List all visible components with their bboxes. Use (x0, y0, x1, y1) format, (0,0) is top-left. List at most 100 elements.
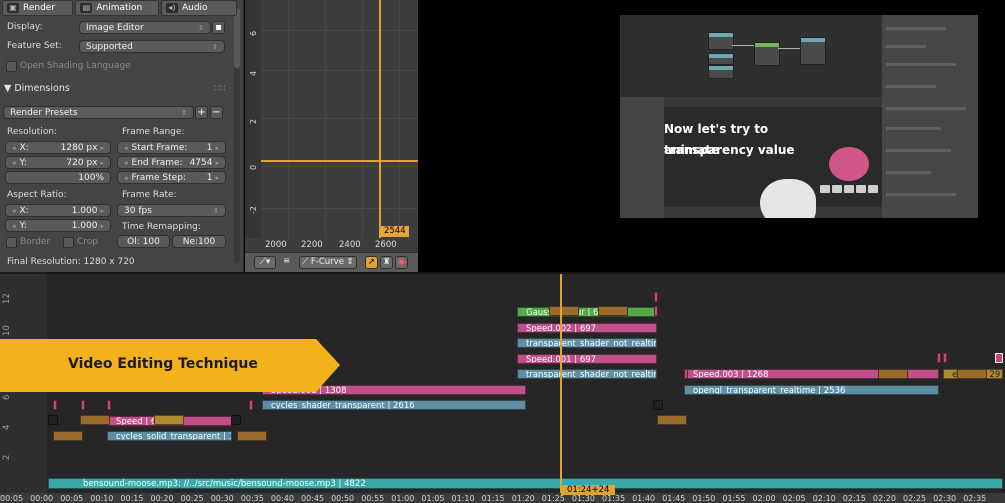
time-tick: 01:15 (481, 494, 505, 503)
strip[interactable] (81, 400, 85, 410)
time-tick: 01:55 (722, 494, 746, 503)
updown-icon: ⇕ (198, 23, 204, 32)
sequencer-strip[interactable]: cycles_shader_transparent | 2616 (262, 400, 526, 410)
start-frame-field[interactable]: ◂ Start Frame: 1 ▸ (117, 141, 226, 154)
arrow-right-icon: ▸ (215, 143, 219, 152)
cursor-icon[interactable]: ➚ (365, 256, 378, 269)
time-tick: 02:05 (782, 494, 806, 503)
node (800, 37, 826, 65)
time-remap-old-field[interactable]: Ol: 100 (117, 235, 170, 248)
properties-thumbnail (882, 15, 978, 218)
frame-rate-select[interactable]: 30 fps ⇕ (117, 204, 226, 217)
time-tick: 01:20 (511, 494, 535, 503)
strip[interactable] (657, 415, 687, 425)
render-icon: ▣ (7, 3, 19, 13)
node (708, 53, 734, 65)
strip[interactable] (48, 415, 58, 425)
display-select[interactable]: Image Editor ⇕ (79, 21, 211, 34)
grid-line (362, 0, 363, 238)
drag-handle-icon[interactable]: ∷∷ (214, 84, 225, 94)
record-icon[interactable]: ◉ (395, 256, 408, 269)
resolution-label: Resolution: (7, 127, 58, 137)
sequencer-strip[interactable]: transparent_shader_not_realtim (517, 369, 657, 379)
strip[interactable] (154, 415, 184, 425)
grid-line (261, 30, 418, 31)
aspect-x-field[interactable]: ◂ X: 1.000 ▸ (5, 204, 111, 217)
strip[interactable] (654, 306, 658, 316)
strip[interactable] (957, 369, 987, 379)
sequencer-strip[interactable]: Speed.001 | 697 (517, 353, 657, 364)
tab-render[interactable]: ▣ Render (2, 0, 74, 16)
y-tick: 2 (249, 118, 258, 124)
sequencer-strip[interactable]: Speed.002 | 697 (517, 322, 657, 333)
tab-audio[interactable]: ◂) Audio (160, 0, 238, 16)
sequencer-strip[interactable]: cycles_solid_transparent | 12 (107, 431, 232, 441)
resolution-x-field[interactable]: ◂ X: 1280 px ▸ (5, 141, 111, 154)
crop-checkbox[interactable] (63, 237, 74, 248)
sequencer-strip[interactable]: Gaussian Blur | 697 (517, 307, 657, 317)
time-tick: 00:50 (331, 494, 355, 503)
grid-line (325, 0, 326, 238)
strip[interactable] (653, 400, 663, 410)
time-tick: 00:25 (180, 494, 204, 503)
dimensions-header[interactable]: ▼ Dimensions (4, 83, 70, 94)
strip[interactable] (995, 353, 1003, 363)
remove-preset-button[interactable]: − (210, 106, 223, 119)
border-checkbox[interactable] (6, 237, 17, 248)
properties-scrollbar[interactable] (234, 8, 240, 263)
strip[interactable] (53, 400, 57, 410)
y-tick: 6 (249, 30, 258, 36)
strip[interactable] (937, 353, 941, 363)
resolution-percent-field[interactable]: 100% (5, 171, 111, 184)
sequencer-strip[interactable]: transparent_shader_not_realtim (517, 338, 657, 348)
osl-checkbox[interactable] (6, 61, 17, 72)
caption-line-2: transparency value (664, 143, 795, 157)
tab-animation[interactable]: ▤ Animation (75, 0, 159, 16)
time-remap-new-field[interactable]: Ne:100 (172, 235, 226, 248)
animation-icon: ▤ (80, 3, 93, 13)
graph-editor-icon: ⟋▾ (259, 257, 271, 267)
aspect-y-field[interactable]: ◂ Y: 1.000 ▸ (5, 219, 111, 232)
resolution-y-field[interactable]: ◂ Y: 720 px ▸ (5, 156, 111, 169)
render-presets-select[interactable]: Render Presets ⇕ (3, 106, 194, 119)
graph-editor[interactable]: 6 4 2 0 -2 2544 2000 2200 2400 2600 ⟋▾ ≡… (245, 0, 418, 272)
strip[interactable] (684, 369, 688, 379)
sequencer-playhead[interactable] (560, 274, 562, 494)
strip[interactable] (249, 400, 253, 410)
time-tick: 01:40 (632, 494, 656, 503)
strip[interactable] (80, 415, 110, 425)
strip[interactable] (231, 415, 241, 425)
channel-label: 6 (2, 394, 12, 400)
feature-set-label: Feature Set: (7, 41, 62, 51)
frame-step-field[interactable]: ◂ Frame Step: 1 ▸ (117, 171, 226, 184)
border-label: Border (20, 237, 51, 247)
strip[interactable] (237, 431, 267, 441)
graph-editor-type-button[interactable]: ⟋▾ (254, 256, 276, 269)
time-remapping-label: Time Remapping: (122, 222, 201, 232)
end-frame-field[interactable]: ◂ End Frame: 4754 ▸ (117, 156, 226, 169)
lock-icon[interactable]: ▪ (212, 21, 225, 34)
feature-set-select[interactable]: Supported ⇕ (79, 40, 225, 53)
sequencer-strip[interactable]: bensound-moose.mp3: //../src/music/benso… (48, 477, 1003, 489)
strip[interactable] (549, 306, 579, 316)
node-wire (778, 48, 800, 49)
add-preset-button[interactable]: + (195, 106, 208, 119)
strip[interactable] (107, 400, 111, 410)
menu-icon[interactable]: ≡ (280, 256, 293, 269)
video-preview: Now let's try to animate transparency va… (620, 15, 978, 218)
time-tick: 01:10 (451, 494, 475, 503)
node (754, 42, 780, 66)
grid-line (261, 166, 418, 167)
grid-line (399, 0, 400, 238)
fcurve-mode-select[interactable]: ⟋ F-Curve ⇕ (299, 256, 357, 269)
strip[interactable] (654, 292, 658, 302)
arrow-left-icon: ◂ (124, 158, 128, 167)
strip[interactable] (878, 369, 908, 379)
strip[interactable] (598, 306, 628, 316)
strip[interactable] (53, 431, 83, 441)
graph-frame-cursor[interactable] (379, 0, 381, 238)
ghost-icon[interactable]: ♜ (380, 256, 393, 269)
strip[interactable] (943, 353, 947, 363)
sequencer-strip[interactable]: opengl_transparent_realtime | 2536 (684, 384, 939, 395)
scrollbar-thumb[interactable] (234, 8, 240, 68)
